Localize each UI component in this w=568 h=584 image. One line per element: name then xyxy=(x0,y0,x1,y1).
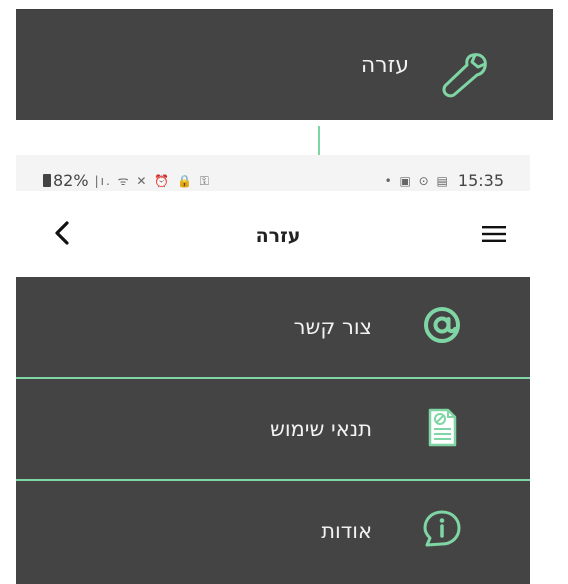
status-icons-right: • ▣ ⊙ ▤ xyxy=(384,173,450,188)
at-sign-icon xyxy=(424,307,460,343)
status-icons-left: |ı. ᯤ ✕ ⏰ 🔒 ⚿ xyxy=(94,174,211,188)
wrench-icon xyxy=(442,53,487,98)
page-title: עזרה xyxy=(255,225,301,247)
menu-item-terms[interactable]: תנאי שימוש xyxy=(16,379,530,481)
status-right: • ▣ ⊙ ▤ 15:35 xyxy=(385,171,504,190)
menu-item-contact[interactable]: צור קשר xyxy=(16,277,530,379)
status-left: 82% |ı. ᯤ ✕ ⏰ 🔒 ⚿ xyxy=(43,171,211,190)
help-banner: עזרה xyxy=(16,9,553,120)
menu-item-label: צור קשר xyxy=(293,315,372,339)
banner-title: עזרה xyxy=(360,53,409,78)
menu-item-label: אודות xyxy=(321,519,372,543)
hamburger-menu-icon[interactable] xyxy=(482,226,506,242)
document-icon xyxy=(428,408,457,447)
menu-item-about[interactable]: אודות xyxy=(16,481,530,584)
app-bar: עזרה xyxy=(16,191,530,275)
menu-item-label: תנאי שימוש xyxy=(269,417,372,441)
status-bar: 82% |ı. ᯤ ✕ ⏰ 🔒 ⚿ • ▣ ⊙ ▤ 15:35 xyxy=(16,155,530,191)
help-menu-list: צור קשר תנאי שימוש אודות xyxy=(16,277,530,584)
status-time: 15:35 xyxy=(457,171,504,190)
info-bubble-icon xyxy=(423,510,461,547)
battery-level: 82% xyxy=(53,171,89,190)
battery-icon xyxy=(43,174,51,187)
